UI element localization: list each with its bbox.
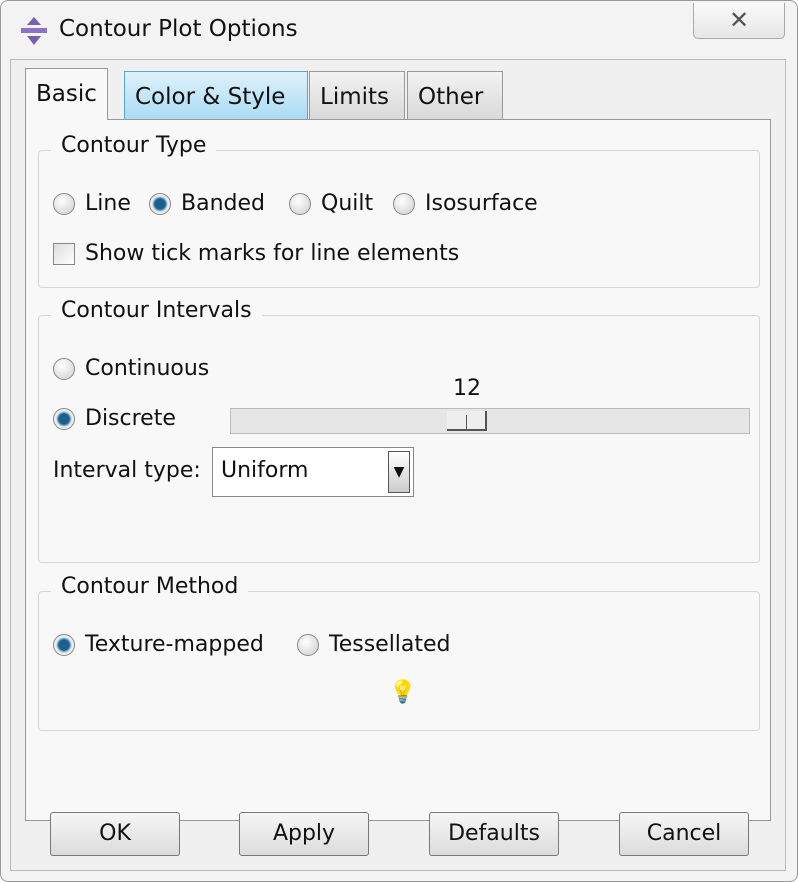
group-label: Contour Intervals xyxy=(51,298,262,323)
cancel-button[interactable]: Cancel xyxy=(619,812,749,856)
tab-basic[interactable]: Basic xyxy=(25,68,108,120)
group-label: Contour Method xyxy=(51,574,249,599)
app-icon xyxy=(21,17,47,45)
radio-tessellated[interactable]: Tessellated xyxy=(297,632,451,657)
apply-button[interactable]: Apply xyxy=(239,812,369,856)
radio-texture-mapped[interactable]: Texture-mapped xyxy=(53,632,264,657)
title-bar[interactable]: Contour Plot Options ✕ xyxy=(1,1,797,59)
dialog-window: Contour Plot Options ✕ Basic Color & Sty… xyxy=(0,0,798,882)
slider-thumb[interactable] xyxy=(447,411,487,431)
close-button[interactable]: ✕ xyxy=(693,3,785,39)
tab-limits[interactable]: Limits xyxy=(309,71,405,119)
lightbulb-icon: 💡 xyxy=(389,680,417,705)
chevron-down-icon[interactable]: ▼ xyxy=(388,451,410,493)
radio-continuous[interactable]: Continuous xyxy=(53,356,209,381)
slider-value: 12 xyxy=(453,376,481,401)
window-title: Contour Plot Options xyxy=(59,16,298,42)
tab-panel-basic: Contour Type Line Banded Quilt Isosurfac… xyxy=(25,119,771,821)
radio-isosurface[interactable]: Isosurface xyxy=(393,191,538,216)
radio-discrete[interactable]: Discrete xyxy=(53,406,176,431)
radio-quilt[interactable]: Quilt xyxy=(289,191,373,216)
tab-color-style[interactable]: Color & Style xyxy=(124,71,308,119)
dialog-body: Basic Color & Style Limits Other Contour… xyxy=(10,59,786,871)
ok-button[interactable]: OK xyxy=(50,812,180,856)
contour-method-group: Contour Method Texture-mapped Tessellate… xyxy=(38,574,760,731)
close-icon: ✕ xyxy=(728,6,750,34)
interval-type-label: Interval type: xyxy=(53,458,201,483)
radio-line[interactable]: Line xyxy=(53,191,131,216)
tick-marks-checkbox[interactable]: Show tick marks for line elements xyxy=(53,241,459,266)
intervals-slider[interactable] xyxy=(230,408,750,434)
contour-type-group: Contour Type Line Banded Quilt Isosurfac… xyxy=(38,133,760,288)
contour-intervals-group: Contour Intervals Continuous Discrete 12… xyxy=(38,298,760,563)
group-label: Contour Type xyxy=(51,133,217,158)
interval-type-select[interactable]: Uniform ▼ xyxy=(212,447,414,497)
radio-banded[interactable]: Banded xyxy=(149,191,265,216)
tab-other[interactable]: Other xyxy=(407,71,503,119)
defaults-button[interactable]: Defaults xyxy=(429,812,559,856)
